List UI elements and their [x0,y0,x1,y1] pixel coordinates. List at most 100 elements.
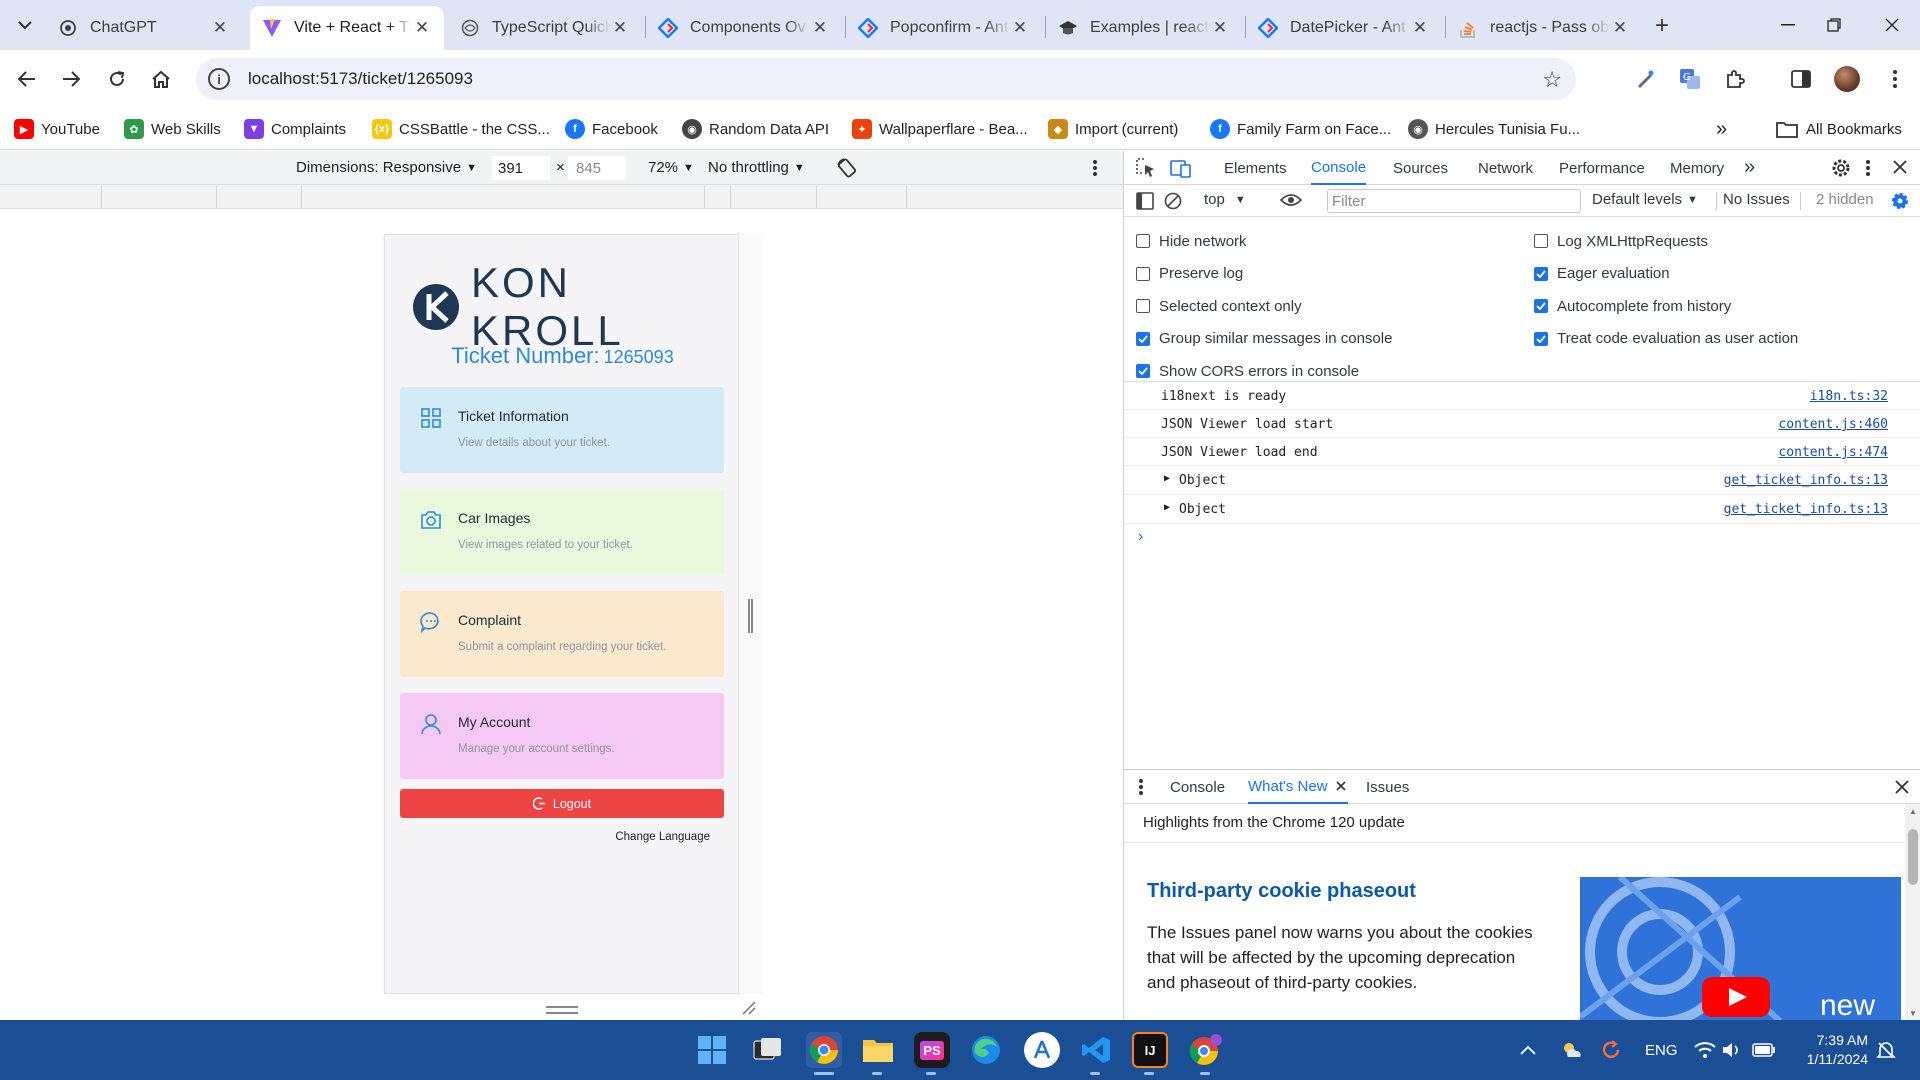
width-input[interactable]: 391 [492,156,550,180]
devtools-tab-elements[interactable]: Elements [1224,151,1287,185]
console-setting-option[interactable]: Selected context only [1136,296,1302,316]
log-source-link[interactable]: content.js:474 [1778,445,1888,460]
vscode-button[interactable] [1078,1032,1114,1068]
address-bar[interactable]: i localhost:5173/ticket/1265093 ☆ [196,58,1576,100]
console-prompt[interactable]: › [1138,528,1143,546]
browser-tab[interactable]: Vite + React + TS ✕ [250,6,444,50]
drawer-scrollbar[interactable]: ▲ ▼ [1905,804,1920,1021]
drawer-tab-console[interactable]: Console [1170,770,1225,804]
console-setting-option[interactable]: Preserve log [1136,264,1243,284]
change-language-link[interactable]: Change Language [615,831,710,843]
close-icon[interactable] [1335,781,1346,791]
bookmark-item[interactable]: ◉ Hercules Tunisia Fu... [1408,117,1580,141]
close-drawer-button[interactable] [1895,780,1909,794]
close-tab-icon[interactable]: ✕ [412,18,432,38]
devtools-menu-button[interactable] [1865,159,1871,177]
vertical-resize-handle[interactable] [546,1006,578,1014]
more-tabs-button[interactable]: » [1744,156,1755,179]
zoom-select[interactable]: 72% ▼ [648,159,694,176]
console-settings-button[interactable] [1890,191,1910,211]
drawer-tab-issues[interactable]: Issues [1366,770,1409,804]
close-tab-icon[interactable]: ✕ [1610,18,1630,38]
intellij-button[interactable]: IJ [1132,1032,1168,1068]
log-source-link[interactable]: get_ticket_info.ts:13 [1724,473,1888,488]
sync-tray-icon[interactable] [1600,1020,1622,1080]
browser-tab[interactable]: DatePicker - Ant ✕ [1246,6,1442,50]
task-view-button[interactable] [750,1032,786,1068]
checkbox[interactable] [1136,234,1150,248]
forward-button[interactable] [56,64,86,94]
bookmark-item[interactable]: ◆ Import (current) [1048,117,1178,141]
app-store-button[interactable] [1024,1032,1060,1068]
show-hidden-icons-button[interactable] [1520,1020,1536,1080]
bookmark-item[interactable]: ◉ Random Data API [682,117,829,141]
inspect-element-button[interactable] [1136,158,1156,178]
file-explorer-button[interactable] [860,1032,896,1068]
live-expression-button[interactable] [1280,192,1302,208]
ticket-information-card[interactable]: Ticket Information View details about yo… [400,387,724,473]
close-tab-icon[interactable]: ✕ [1410,18,1430,38]
log-levels-select[interactable]: Default levels ▼ [1592,191,1698,208]
chrome-menu-button[interactable] [1880,64,1910,94]
scroll-up-icon[interactable]: ▲ [1909,807,1917,816]
sidebar-toggle-button[interactable] [1136,192,1154,210]
horizontal-resize-handle[interactable] [748,599,753,633]
checkbox[interactable] [1534,234,1548,248]
throttling-select[interactable]: No throttling ▼ [708,159,805,176]
dimensions-select[interactable]: Dimensions: Responsive ▼ [296,159,477,176]
corner-resize-icon[interactable] [740,999,756,1015]
bookmark-item[interactable]: ▼ Complaints [244,117,346,141]
my-account-card[interactable]: My Account Manage your account settings. [400,693,724,779]
devtools-tab-network[interactable]: Network [1478,151,1533,185]
console-filter-input[interactable]: Filter [1327,189,1581,213]
browser-tab[interactable]: Popconfirm - Ant ✕ [846,6,1042,50]
expand-triangle-icon[interactable]: ▶ [1164,473,1170,484]
console-setting-option[interactable]: Autocomplete from history [1534,296,1731,316]
browser-tab[interactable]: TypeScript Quick ✕ [448,6,642,50]
checkbox[interactable] [1534,299,1548,313]
side-panel-button[interactable] [1786,64,1816,94]
console-setting-option[interactable]: Show CORS errors in console [1136,361,1359,381]
bookmark-item[interactable]: f Family Farm on Face... [1210,117,1391,141]
device-toggle-button[interactable] [1170,158,1192,178]
devtools-tab-memory[interactable]: Memory [1670,151,1724,185]
scroll-down-icon[interactable]: ▼ [1909,1009,1917,1018]
checkbox[interactable] [1534,331,1548,346]
console-setting-option[interactable]: Hide network [1136,231,1247,251]
reload-button[interactable] [102,64,132,94]
start-button[interactable] [694,1032,730,1068]
chrome-taskbar-button[interactable] [806,1032,842,1068]
volume-icon[interactable] [1722,1020,1742,1080]
console-setting-option[interactable]: Eager evaluation [1534,264,1670,284]
bookmark-item[interactable]: f Facebook [565,117,658,141]
back-button[interactable] [12,64,42,94]
log-source-link[interactable]: i18n.ts:32 [1810,389,1888,404]
checkbox[interactable] [1136,299,1150,313]
console-setting-option[interactable]: Log XMLHttpRequests [1534,231,1708,251]
star-icon[interactable]: ☆ [1542,67,1562,93]
log-source-link[interactable]: get_ticket_info.ts:13 [1724,502,1888,517]
context-select[interactable]: top ▼ [1204,191,1246,208]
edge-button[interactable] [968,1032,1004,1068]
clear-console-button[interactable] [1164,192,1182,210]
battery-icon[interactable] [1752,1020,1776,1080]
car-images-card[interactable]: Car Images View images related to your t… [400,489,724,575]
complaint-card[interactable]: Complaint Submit a complaint regarding y… [400,591,724,677]
console-log-entry[interactable]: ▶ Object get_ticket_info.ts:13 [1124,495,1920,524]
console-setting-option[interactable]: Group similar messages in console [1136,329,1392,349]
close-tab-icon[interactable]: ✕ [810,18,830,38]
close-tab-icon[interactable]: ✕ [1010,18,1030,38]
close-tab-icon[interactable]: ✕ [1210,18,1230,38]
browser-tab[interactable]: reactjs - Pass obj ✕ [1446,6,1642,50]
console-log-entry[interactable]: ▶ Object get_ticket_info.ts:13 [1124,466,1920,495]
language-indicator[interactable]: ENG [1645,1020,1678,1080]
checkbox[interactable] [1534,266,1548,281]
browser-tab[interactable]: Components Ov ✕ [646,6,842,50]
console-setting-option[interactable]: Treat code evaluation as user action [1534,329,1798,349]
checkbox[interactable] [1136,331,1150,346]
extension-pen-button[interactable] [1630,64,1660,94]
checkbox[interactable] [1136,364,1150,378]
whats-new-video-thumbnail[interactable]: new [1580,877,1901,1021]
wifi-icon[interactable] [1694,1020,1716,1080]
restore-button[interactable] [1806,0,1862,50]
